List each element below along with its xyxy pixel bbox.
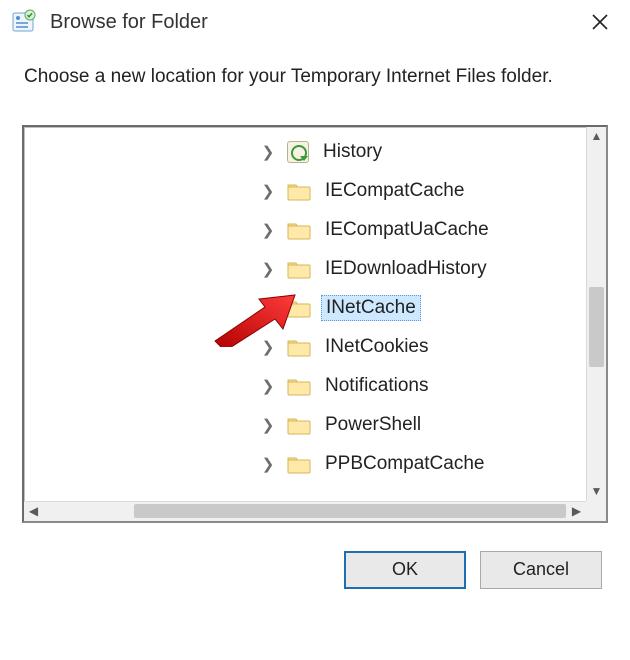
ok-button[interactable]: OK xyxy=(344,551,466,589)
tree-item-label: IECompatUaCache xyxy=(321,218,493,242)
app-icon xyxy=(10,8,38,36)
scroll-down-icon[interactable]: ▼ xyxy=(587,482,606,501)
tree-item-history[interactable]: ❯ History xyxy=(24,133,586,172)
window-title: Browse for Folder xyxy=(50,11,580,34)
tree-item-powershell[interactable]: ❯ PowerShell xyxy=(24,406,586,445)
tree-item-label: History xyxy=(319,140,386,164)
tree-item-label: IECompatCache xyxy=(321,179,468,203)
folder-icon xyxy=(287,376,311,396)
folder-icon xyxy=(287,298,311,318)
chevron-right-icon[interactable]: ❯ xyxy=(259,416,277,434)
tree-item-label: INetCookies xyxy=(321,335,433,359)
chevron-right-icon[interactable]: ❯ xyxy=(259,455,277,473)
chevron-right-icon[interactable]: ❯ xyxy=(259,182,277,200)
history-icon xyxy=(287,141,309,163)
chevron-right-icon[interactable]: ❯ xyxy=(259,377,277,395)
horizontal-scroll-thumb[interactable] xyxy=(134,504,566,518)
chevron-right-icon[interactable]: ❯ xyxy=(259,143,277,161)
folder-icon xyxy=(287,181,311,201)
titlebar: Browse for Folder xyxy=(0,0,630,48)
tree-item-iecompatuacache[interactable]: ❯ IECompatUaCache xyxy=(24,211,586,250)
folder-icon xyxy=(287,337,311,357)
tree-item-ppbcompatcache[interactable]: ❯ PPBCompatCache xyxy=(24,445,586,484)
tree-item-inetcookies[interactable]: ❯ INetCookies xyxy=(24,328,586,367)
button-row: OK Cancel xyxy=(0,523,630,589)
folder-tree: ❯ History ❯ IECompatCache ❯ IECompatUaCa… xyxy=(22,125,608,523)
folder-icon xyxy=(287,220,311,240)
horizontal-scrollbar[interactable]: ◀ ▶ xyxy=(24,501,586,521)
chevron-right-icon[interactable]: ❯ xyxy=(259,338,277,356)
tree-item-label: Notifications xyxy=(321,374,433,398)
folder-icon xyxy=(287,454,311,474)
scroll-corner xyxy=(586,501,606,521)
chevron-right-icon[interactable]: ❯ xyxy=(259,260,277,278)
folder-icon xyxy=(287,415,311,435)
instruction-text: Choose a new location for your Temporary… xyxy=(0,48,630,101)
scroll-left-icon[interactable]: ◀ xyxy=(24,502,43,521)
close-icon xyxy=(591,13,609,31)
tree-item-label: INetCache xyxy=(321,295,421,321)
tree-content[interactable]: ❯ History ❯ IECompatCache ❯ IECompatUaCa… xyxy=(24,127,586,501)
folder-icon xyxy=(287,259,311,279)
tree-item-label: PPBCompatCache xyxy=(321,452,488,476)
close-button[interactable] xyxy=(580,7,620,37)
scroll-up-icon[interactable]: ▲ xyxy=(587,127,606,146)
cancel-button[interactable]: Cancel xyxy=(480,551,602,589)
vertical-scrollbar[interactable]: ▲ ▼ xyxy=(586,127,606,501)
scroll-right-icon[interactable]: ▶ xyxy=(567,502,586,521)
tree-item-notifications[interactable]: ❯ Notifications xyxy=(24,367,586,406)
tree-item-iecompatcache[interactable]: ❯ IECompatCache xyxy=(24,172,586,211)
chevron-right-icon[interactable]: ❯ xyxy=(259,221,277,239)
tree-item-label: PowerShell xyxy=(321,413,425,437)
tree-item-inetcache[interactable]: ❯ INetCache xyxy=(24,289,586,328)
tree-item-iedownloadhistory[interactable]: ❯ IEDownloadHistory xyxy=(24,250,586,289)
tree-item-label: IEDownloadHistory xyxy=(321,257,491,281)
chevron-right-icon[interactable]: ❯ xyxy=(259,299,277,317)
vertical-scroll-thumb[interactable] xyxy=(589,287,604,367)
